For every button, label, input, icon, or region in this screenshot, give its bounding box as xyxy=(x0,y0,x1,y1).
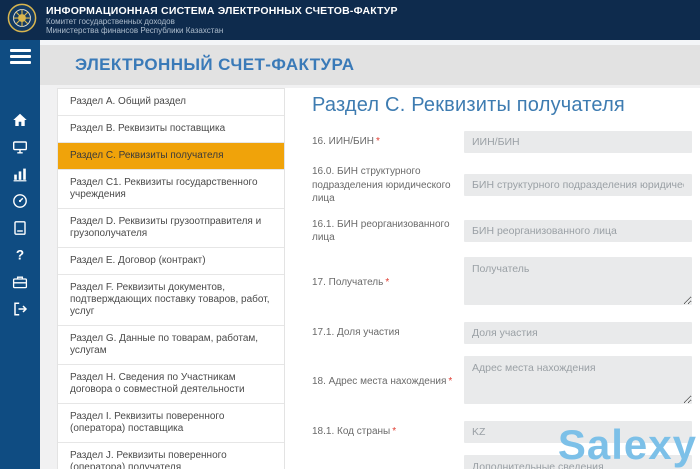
menu-item-active[interactable]: Раздел C. Реквизиты получателя xyxy=(58,142,284,169)
field-control xyxy=(464,454,692,469)
menu-item-label: Раздел A. Общий раздел xyxy=(70,96,187,107)
field-18-textarea[interactable] xyxy=(464,355,692,404)
field-control xyxy=(464,220,692,242)
form-title: Раздел C. Реквизиты получателя xyxy=(312,94,625,116)
system-subtitle-2: Министерства финансов Республики Казахст… xyxy=(46,26,224,36)
field-16.0-input[interactable] xyxy=(464,174,692,197)
menu-item-label: Раздел I. Реквизиты поверенного (операто… xyxy=(70,411,225,434)
monitor-icon[interactable] xyxy=(12,139,28,155)
page-title-band: ЭЛЕКТРОННЫЙ СЧЕТ-ФАКТУРА xyxy=(40,45,700,85)
menu-item[interactable]: Раздел F. Реквизиты документов, подтверж… xyxy=(58,274,284,325)
app-header: ИНФОРМАЦИОННАЯ СИСТЕМА ЭЛЕКТРОННЫХ СЧЕТО… xyxy=(0,0,700,40)
menu-item-label: Раздел C. Реквизиты получателя xyxy=(70,150,224,161)
form-row: 17. Получатель * xyxy=(312,256,692,310)
field-label: 16. ИИН/БИН * xyxy=(312,136,380,148)
required-asterisk: * xyxy=(448,376,453,388)
menu-item[interactable]: Раздел B. Реквизиты поставщика xyxy=(58,115,284,142)
field-16.1-input[interactable] xyxy=(464,220,692,242)
menu-item[interactable]: Раздел G. Данные по товарам, работам, ус… xyxy=(58,325,284,364)
system-subtitle-1: Комитет государственных доходов xyxy=(46,16,175,26)
form-row: 18.1. Код страны * xyxy=(312,420,692,443)
field-control xyxy=(464,420,692,443)
menu-item[interactable]: Раздел D. Реквизиты грузоотправителя и г… xyxy=(58,208,284,247)
help-icon[interactable]: ? xyxy=(12,247,28,263)
bar-chart-icon[interactable] xyxy=(12,166,28,182)
menu-item[interactable]: Раздел E. Договор (контракт) xyxy=(58,247,284,274)
header-text-block: ИНФОРМАЦИОННАЯ СИСТЕМА ЭЛЕКТРОННЫХ СЧЕТО… xyxy=(46,5,398,35)
form-row: 16. ИИН/БИН * xyxy=(312,131,692,153)
menu-item-label: Раздел C1. Реквизиты государственного уч… xyxy=(70,177,258,200)
field-label: 16.0. БИН структурного подразделения юри… xyxy=(312,166,451,204)
menu-item[interactable]: Раздел I. Реквизиты поверенного (операто… xyxy=(58,403,284,442)
main-area: ЭЛЕКТРОННЫЙ СЧЕТ-ФАКТУРА Раздел A. Общий… xyxy=(40,40,700,469)
section-menu: Раздел A. Общий раздел Раздел B. Реквизи… xyxy=(57,88,285,469)
form-row: 16.1. БИН реорганизованного лица xyxy=(312,218,692,245)
journal-icon[interactable] xyxy=(12,220,28,236)
menu-item-label: Раздел E. Договор (контракт) xyxy=(70,255,206,266)
field-18.1-input[interactable] xyxy=(464,420,692,443)
field-label: 18.1. Код страны * xyxy=(312,425,397,437)
menu-item-label: Раздел J. Реквизиты поверенного (операто… xyxy=(70,450,227,469)
field-label: 18. Адрес места нахождения * xyxy=(312,376,453,388)
form-row: 18. Адрес места нахождения * xyxy=(312,355,692,409)
menu-item-label: Раздел B. Реквизиты поставщика xyxy=(70,123,226,134)
menu-item[interactable]: Раздел H. Сведения по Участникам договор… xyxy=(58,364,284,403)
menu-item-label: Раздел G. Данные по товарам, работам, ус… xyxy=(70,333,259,356)
field-19-textarea[interactable] xyxy=(464,454,692,469)
sidebar-icon-stack: ? xyxy=(0,112,40,317)
system-title: ИНФОРМАЦИОННАЯ СИСТЕМА ЭЛЕКТРОННЫХ СЧЕТО… xyxy=(46,4,398,17)
logout-icon[interactable] xyxy=(12,301,28,317)
menu-item[interactable]: Раздел C1. Реквизиты государственного уч… xyxy=(58,169,284,208)
field-control xyxy=(464,355,692,409)
field-label: 16.1. БИН реорганизованного лица xyxy=(312,218,450,244)
sidebar: ? xyxy=(0,40,40,469)
menu-item[interactable]: Раздел J. Реквизиты поверенного (операто… xyxy=(58,442,284,469)
svg-text:?: ? xyxy=(16,247,24,262)
page-title: ЭЛЕКТРОННЫЙ СЧЕТ-ФАКТУРА xyxy=(75,55,355,74)
field-label: 17.1. Доля участия xyxy=(312,326,400,338)
state-emblem-logo xyxy=(7,3,37,38)
speedometer-icon[interactable] xyxy=(12,193,28,209)
form-panel: Раздел C. Реквизиты получателя 16. ИИН/Б… xyxy=(285,88,700,469)
form-row: 16.0. БИН структурного подразделения юри… xyxy=(312,165,692,206)
menu-item-label: Раздел D. Реквизиты грузоотправителя и г… xyxy=(70,216,262,239)
field-label: 17. Получатель * xyxy=(312,277,390,289)
form-rows: 16. ИИН/БИН* 16.0. БИН структурного подр… xyxy=(312,131,692,469)
field-16-input[interactable] xyxy=(464,131,692,153)
required-asterisk: * xyxy=(376,136,380,148)
menu-item-label: Раздел F. Реквизиты документов, подтверж… xyxy=(70,282,270,317)
field-control xyxy=(464,321,692,344)
required-asterisk: * xyxy=(392,425,397,437)
menu-item[interactable]: Раздел A. Общий раздел xyxy=(58,89,284,115)
required-asterisk: * xyxy=(385,277,390,289)
field-control xyxy=(464,131,692,153)
menu-item-label: Раздел H. Сведения по Участникам договор… xyxy=(70,372,245,395)
briefcase-icon[interactable] xyxy=(12,274,28,290)
content-area: Раздел A. Общий раздел Раздел B. Реквизи… xyxy=(40,85,700,469)
home-icon[interactable] xyxy=(12,112,28,128)
form-row: 17.1. Доля участия xyxy=(312,321,692,344)
field-17.1-input[interactable] xyxy=(464,321,692,344)
form-row: 19. Дополнительные сведения xyxy=(312,454,692,469)
field-17-textarea[interactable] xyxy=(464,256,692,305)
hamburger-menu-icon[interactable] xyxy=(9,49,31,64)
field-control xyxy=(464,174,692,197)
field-control xyxy=(464,256,692,310)
